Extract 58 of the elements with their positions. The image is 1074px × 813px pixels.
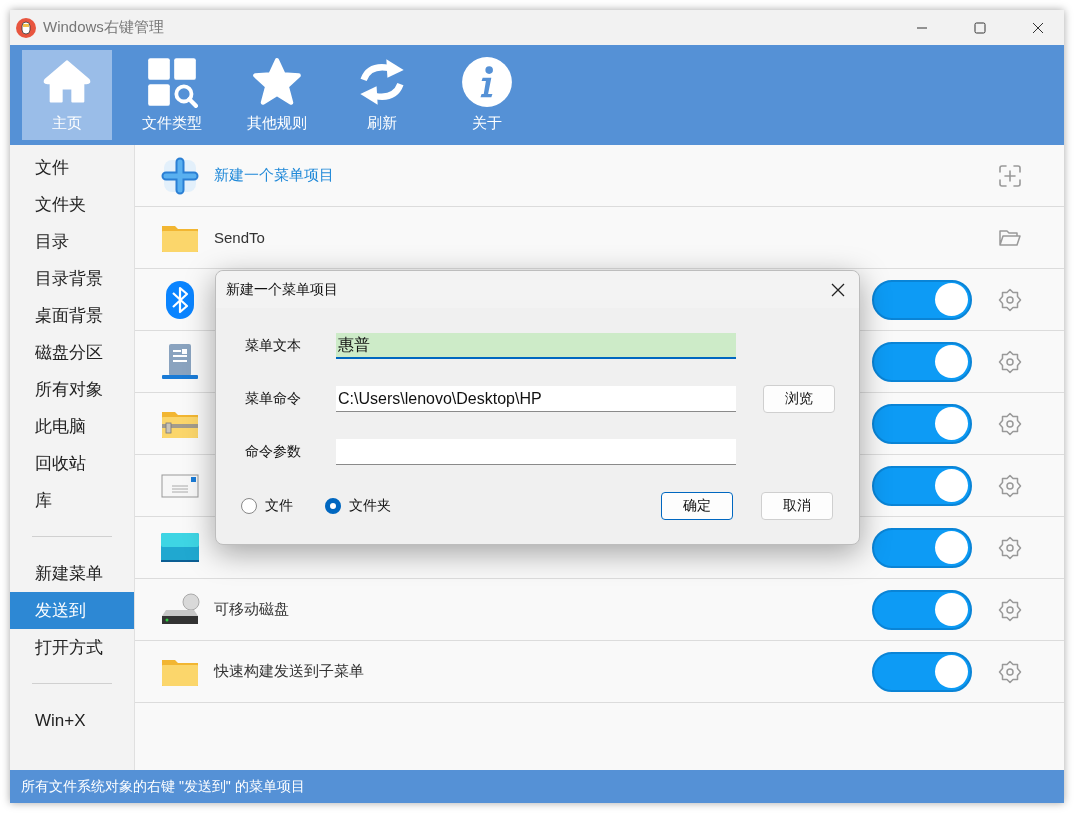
toggle-switch[interactable] (872, 465, 972, 506)
radio-button[interactable] (325, 498, 341, 514)
sidebar-item[interactable]: 此电脑 (10, 408, 134, 445)
info-icon (461, 56, 513, 108)
toggle-switch[interactable] (872, 341, 972, 382)
settings-icon[interactable] (998, 287, 1022, 312)
ok-button[interactable]: 确定 (661, 492, 733, 520)
radio-button[interactable] (241, 498, 257, 514)
toggle-switch[interactable] (872, 651, 972, 692)
field-label: 菜单命令 (245, 390, 302, 408)
sidebar-item[interactable]: 目录 (10, 223, 134, 260)
settings-icon[interactable] (998, 535, 1022, 560)
sidebar-item[interactable]: 打开方式 (10, 629, 134, 666)
close-icon[interactable] (1032, 21, 1044, 34)
sidebar-item[interactable]: 所有对象 (10, 371, 134, 408)
sidebar-item[interactable]: 新建菜单 (10, 555, 134, 592)
settings-icon[interactable] (998, 597, 1022, 622)
dialog-title: 新建一个菜单项目 (226, 280, 338, 299)
sidebar-item[interactable]: 磁盘分区 (10, 334, 134, 371)
settings-icon[interactable] (998, 473, 1022, 498)
row-label: 可移动磁盘 (214, 600, 289, 619)
sidebar-item[interactable]: Win+X (10, 702, 134, 739)
sidebar-item[interactable]: 文件 (10, 149, 134, 186)
toggle-switch[interactable] (872, 589, 972, 630)
sidebar-item[interactable]: 发送到 (10, 592, 134, 629)
sidebar-item[interactable]: 文件夹 (10, 186, 134, 223)
cancel-button[interactable]: 取消 (761, 492, 833, 520)
field-label: 命令参数 (245, 443, 302, 461)
toggle-switch[interactable] (872, 403, 972, 444)
field-label: 菜单文本 (245, 337, 302, 355)
sidebar-item[interactable]: 桌面背景 (10, 297, 134, 334)
app-icon (16, 17, 36, 38)
star-icon (251, 56, 303, 108)
input-field[interactable]: C:\Users\lenovo\Desktop\HP (336, 386, 736, 412)
settings-icon[interactable] (998, 659, 1022, 684)
toggle-switch[interactable] (872, 527, 972, 568)
radio-label: 文件 (265, 497, 293, 515)
maximize-icon[interactable] (974, 21, 986, 34)
sidebar-item[interactable]: 回收站 (10, 445, 134, 482)
add-icon[interactable] (998, 163, 1022, 188)
sidebar-item[interactable]: 库 (10, 482, 134, 519)
settings-icon[interactable] (998, 411, 1022, 436)
row-label: SendTo (214, 229, 265, 246)
toggle-switch[interactable] (872, 279, 972, 320)
document-icon (160, 341, 200, 382)
settings-icon[interactable] (998, 349, 1022, 374)
close-icon[interactable] (831, 282, 845, 297)
sidebar-item[interactable]: 目录背景 (10, 260, 134, 297)
grid-search-icon (146, 56, 198, 108)
plus-icon (160, 155, 200, 196)
status-text: 所有文件系统对象的右键 "发送到" 的菜单项目 (21, 777, 305, 796)
input-field[interactable]: 惠普 (336, 333, 736, 359)
input-field[interactable] (336, 439, 736, 465)
window-title: Windows右键管理 (43, 18, 164, 37)
browse-button[interactable]: 浏览 (763, 385, 835, 413)
new-item-link[interactable]: 新建一个菜单项目 (214, 166, 334, 185)
row-label: 快速构建发送到子菜单 (214, 662, 364, 681)
radio-label: 文件夹 (349, 497, 391, 515)
